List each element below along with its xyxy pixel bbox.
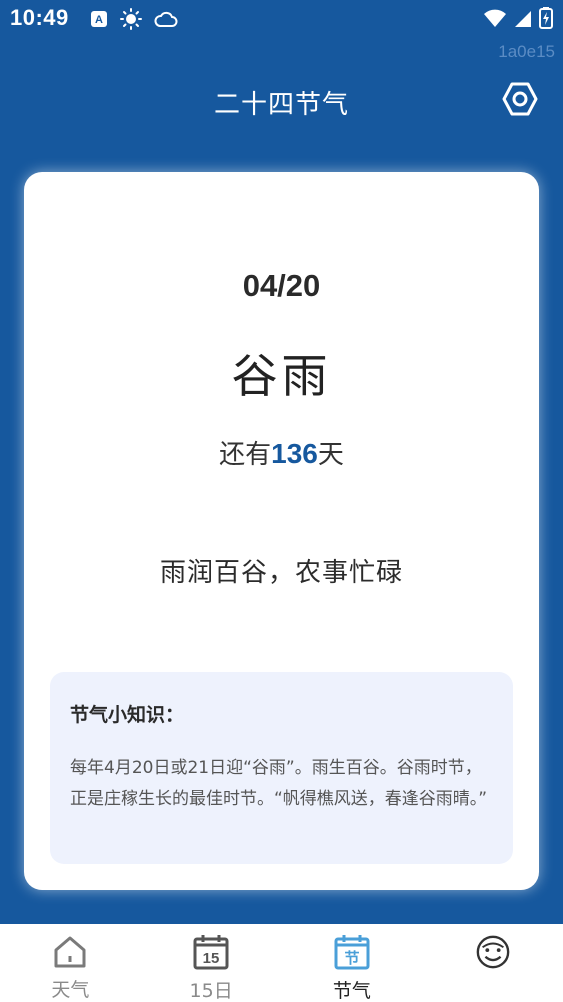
svg-text:A: A bbox=[95, 14, 103, 26]
settings-button[interactable] bbox=[501, 82, 539, 120]
term-date: 04/20 bbox=[242, 268, 321, 303]
status-icons-left: A bbox=[90, 8, 178, 34]
sun-icon bbox=[120, 8, 142, 34]
bottom-nav: 天气 15 15日 节 节气 bbox=[0, 924, 563, 1002]
smiley-face-icon bbox=[475, 934, 511, 970]
tips-title: 节气小知识： bbox=[70, 704, 185, 726]
nav-item-solar-term[interactable]: 节 节气 bbox=[282, 924, 423, 1002]
solar-term-card: 04/20 谷雨 还有136天 雨润百谷，农事忙碌 节气小知识： 每年4月20日… bbox=[24, 172, 539, 890]
status-icons-right bbox=[483, 7, 553, 33]
status-bar: 10:49 A bbox=[0, 0, 563, 40]
svg-text:节: 节 bbox=[344, 949, 359, 967]
countdown-prefix: 还有 bbox=[219, 440, 272, 470]
battery-icon bbox=[539, 7, 553, 33]
nav-item-profile[interactable] bbox=[422, 924, 563, 1002]
calendar-15-icon: 15 bbox=[193, 934, 229, 970]
countdown: 还有136天 bbox=[24, 434, 539, 471]
solar-term-icon: 节 bbox=[334, 934, 370, 970]
nav-item-weather[interactable]: 天气 bbox=[0, 924, 141, 1002]
page-title: 二十四节气 bbox=[213, 90, 349, 120]
nav-label-solar-term: 节气 bbox=[332, 980, 371, 1002]
status-time: 10:49 bbox=[10, 5, 69, 30]
tips-body: 每年4月20日或21日迎“谷雨”。雨生百谷。谷雨时节，正是庄稼生长的最佳时节。“… bbox=[70, 758, 488, 809]
wifi-icon bbox=[483, 8, 507, 32]
signal-icon bbox=[513, 8, 533, 32]
term-motto: 雨润百谷，农事忙碌 bbox=[159, 558, 403, 588]
countdown-suffix: 天 bbox=[317, 440, 344, 470]
settings-icon bbox=[502, 81, 538, 121]
nav-label-15day: 15日 bbox=[189, 980, 233, 1002]
a-badge-icon: A bbox=[90, 10, 108, 32]
cloud-icon bbox=[154, 9, 178, 33]
nav-item-15day[interactable]: 15 15日 bbox=[141, 924, 282, 1002]
countdown-days: 136 bbox=[271, 438, 318, 469]
build-tag: 1a0e15 bbox=[498, 42, 555, 61]
home-icon bbox=[52, 934, 88, 969]
term-name: 谷雨 bbox=[231, 349, 332, 403]
tips-box: 节气小知识： 每年4月20日或21日迎“谷雨”。雨生百谷。谷雨时节，正是庄稼生长… bbox=[50, 672, 513, 864]
svg-text:15: 15 bbox=[203, 950, 220, 967]
nav-label-weather: 天气 bbox=[51, 979, 90, 1001]
